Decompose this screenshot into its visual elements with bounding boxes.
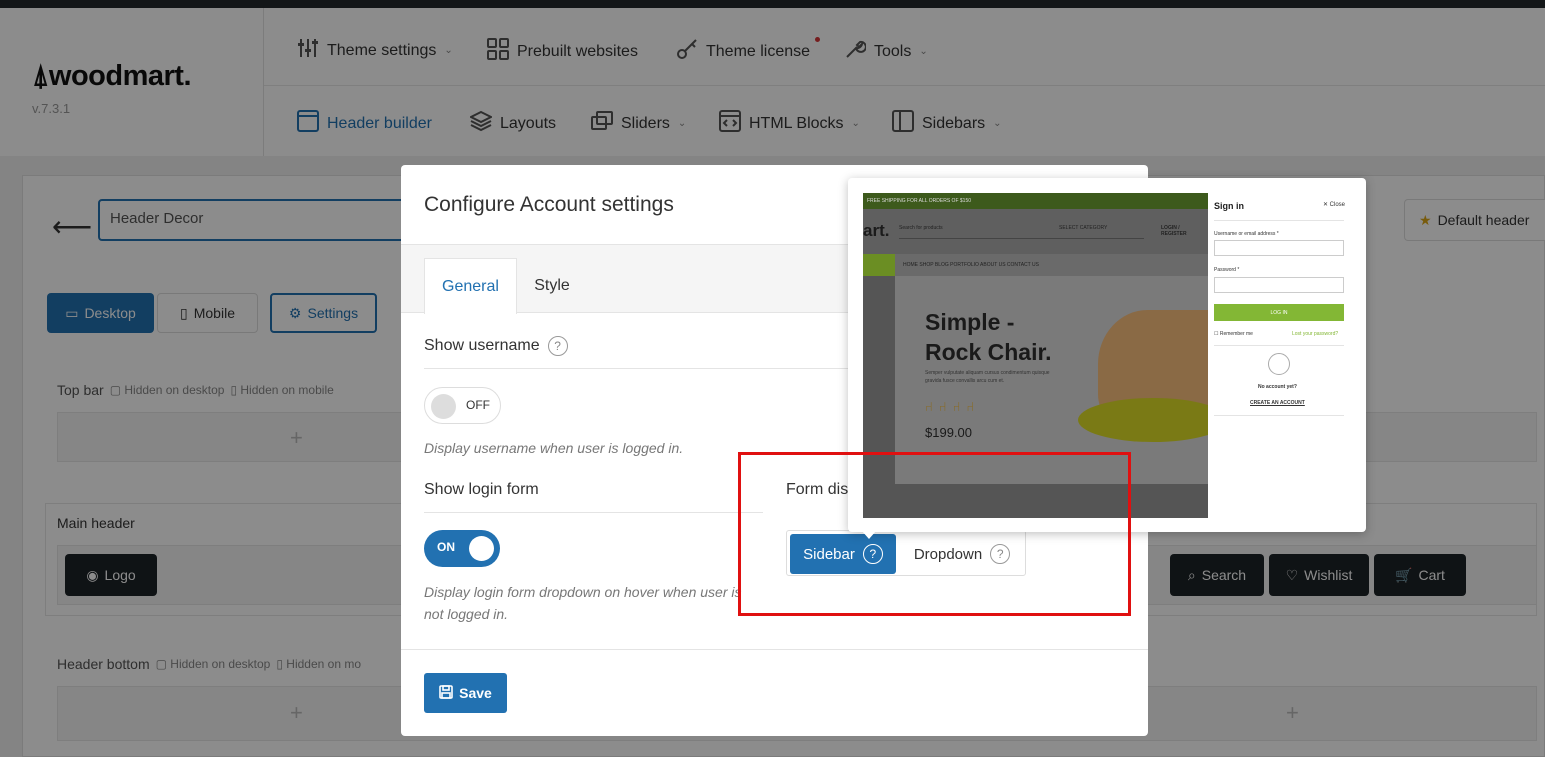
preview-menu: HOME SHOP BLOG PORTFOLIO ABOUT US CONTAC… — [863, 254, 1208, 276]
preview-search: Search for products SELECT CATEGORY LOGI… — [899, 225, 1187, 239]
preview-menu-accent — [863, 254, 895, 276]
show-login-form-label: Show login form — [424, 481, 539, 498]
preview-logo: art. — [863, 221, 890, 240]
modal-footer-divider — [401, 649, 1148, 650]
toggle-knob — [431, 394, 456, 419]
divider — [424, 512, 763, 513]
help-icon[interactable]: ? — [547, 336, 568, 356]
show-username-label: Show username ? — [424, 336, 568, 356]
tab-style[interactable]: Style — [525, 258, 579, 314]
preview-header: art. Search for products SELECT CATEGORY… — [863, 209, 1208, 254]
save-button[interactable]: Save — [424, 673, 507, 713]
floppy-disk-icon — [439, 684, 453, 702]
preview-thumbnails: ⑁⑁⑁⑁ — [925, 399, 981, 414]
annotation-highlight-box — [738, 452, 1131, 616]
preview-hero-title: Simple - Rock Chair. — [925, 309, 1052, 365]
modal-title: Configure Account settings — [424, 193, 674, 216]
preview-topbar: FREE SHIPPING FOR ALL ORDERS OF $150 — [863, 193, 1208, 209]
tab-general[interactable]: General — [424, 258, 517, 314]
preview-hero-text: Semper vulputate aliquam cursus condimen… — [925, 370, 1050, 384]
user-icon — [1268, 353, 1290, 375]
preview-price: $199.00 — [925, 425, 972, 440]
preview-signin-panel: Sign in ✕ Close Username or email addres… — [1208, 193, 1351, 518]
show-login-form-toggle[interactable]: ON — [424, 530, 500, 567]
toggle-knob — [469, 536, 494, 561]
show-username-toggle[interactable]: OFF — [424, 387, 501, 424]
close-icon: ✕ Close — [1322, 202, 1345, 208]
show-login-form-description: Display login form dropdown on hover whe… — [424, 584, 742, 622]
